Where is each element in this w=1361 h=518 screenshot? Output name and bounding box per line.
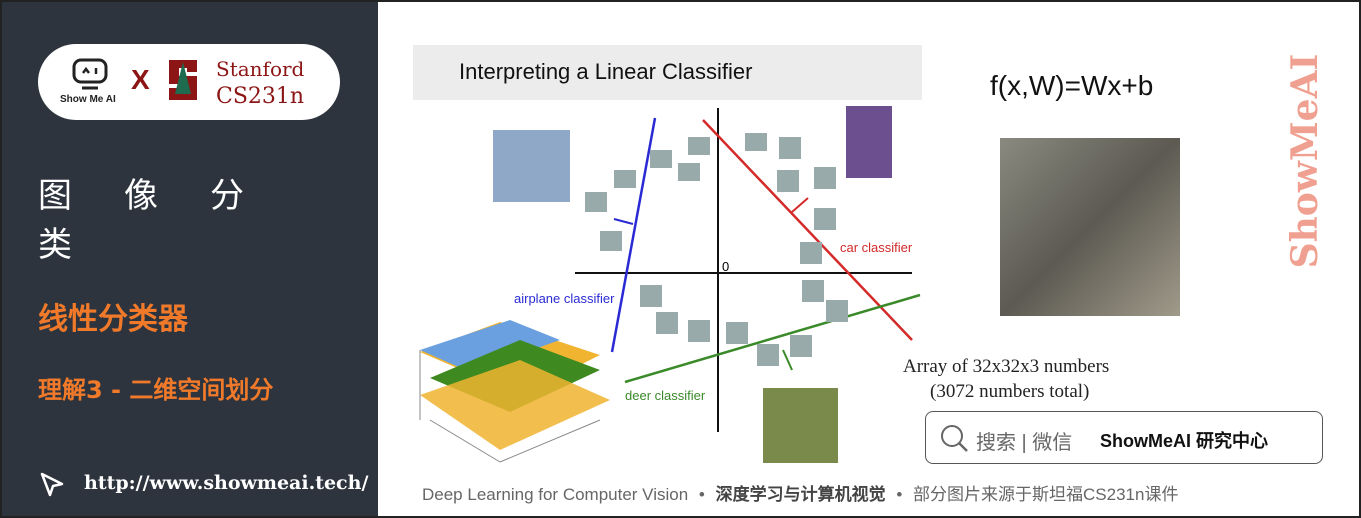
- frame-border: [0, 0, 1361, 518]
